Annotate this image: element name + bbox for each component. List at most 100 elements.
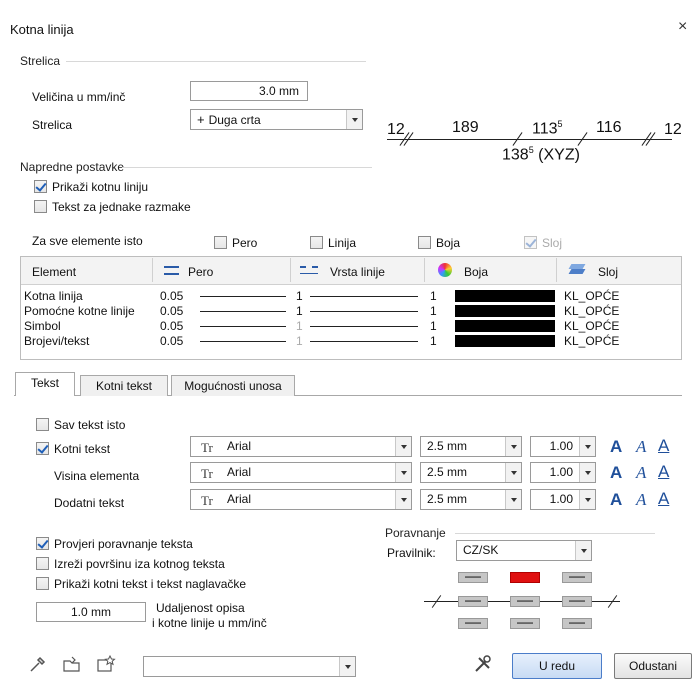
all-text-same-checkbox[interactable]: [36, 418, 49, 431]
factor-select-3[interactable]: 1.00: [530, 489, 596, 510]
align-top-right[interactable]: [562, 572, 592, 583]
color-wheel-icon: [438, 263, 452, 277]
rule-label: Pravilnik:: [387, 546, 436, 560]
upside-down-text-checkbox[interactable]: [36, 577, 49, 590]
chevron-down-icon: [505, 490, 521, 509]
favorites-select[interactable]: [143, 656, 356, 677]
alignment-grid[interactable]: [420, 570, 630, 630]
arrow-type-label: Strelica: [32, 118, 73, 132]
preview-value-2: 1135: [532, 119, 563, 138]
strelica-group-title: Strelica: [20, 54, 61, 68]
underline-icon[interactable]: A: [658, 436, 669, 456]
rule-select[interactable]: CZ/SK: [456, 540, 592, 561]
rule-value: CZ/SK: [463, 543, 499, 557]
row-layer: KL_OPĆE: [564, 304, 620, 318]
cut-area-checkbox[interactable]: [36, 557, 49, 570]
col-sloj[interactable]: Sloj: [598, 265, 618, 279]
arrow-type-value: Duga crta: [208, 113, 261, 127]
row-linetype: 1: [296, 304, 303, 318]
italic-icon[interactable]: A: [636, 437, 646, 457]
factor-select-2[interactable]: 1.00: [530, 462, 596, 483]
chevron-down-icon: [579, 463, 595, 482]
bold-icon[interactable]: A: [610, 490, 622, 510]
arrow-size-input[interactable]: 3.0 mm: [190, 81, 308, 101]
col-pero[interactable]: Pero: [188, 265, 213, 279]
align-bottom-left[interactable]: [458, 618, 488, 629]
preview-value-1: 189: [452, 119, 479, 136]
chevron-down-icon: [505, 463, 521, 482]
font-select-3[interactable]: Tr Arial: [190, 489, 412, 510]
col-vrsta[interactable]: Vrsta linije: [330, 265, 385, 279]
row-pero: 0.05: [160, 319, 184, 333]
distance-input[interactable]: 1.0 mm: [36, 602, 146, 622]
preview-left-end: 12: [387, 121, 405, 138]
underline-icon[interactable]: A: [658, 489, 669, 509]
row-color: 1: [430, 289, 437, 303]
col-boja[interactable]: Boja: [464, 265, 488, 279]
equal-spacing-text-checkbox[interactable]: [34, 200, 47, 213]
same-linija-checkbox[interactable]: [310, 236, 323, 249]
ok-button[interactable]: U redu: [512, 653, 602, 679]
size-select-1[interactable]: 2.5 mm: [420, 436, 522, 457]
same-all-label: Za sve elemente isto: [32, 234, 143, 248]
font-select-1[interactable]: Tr Arial: [190, 436, 412, 457]
same-pero-checkbox[interactable]: [214, 236, 227, 249]
align-top-left[interactable]: [458, 572, 488, 583]
align-top-center[interactable]: [510, 572, 540, 583]
align-bottom-right[interactable]: [562, 618, 592, 629]
italic-icon[interactable]: A: [636, 463, 646, 483]
row-layer: KL_OPĆE: [564, 319, 620, 333]
check-alignment-checkbox[interactable]: [36, 537, 49, 550]
same-linija-label: Linija: [328, 236, 357, 250]
window-title: Kotna linija: [10, 22, 74, 37]
show-dim-line-checkbox[interactable]: [34, 180, 47, 193]
dim-text-checkbox[interactable]: [36, 442, 49, 455]
tab-kotni-tekst[interactable]: Kotni tekst: [80, 375, 168, 396]
col-element[interactable]: Element: [32, 265, 76, 279]
size-select-3[interactable]: 2.5 mm: [420, 489, 522, 510]
italic-icon[interactable]: A: [636, 490, 646, 510]
row-linetype: 1: [296, 289, 303, 303]
arrow-type-select[interactable]: + Duga crta: [190, 109, 363, 130]
same-boja-checkbox[interactable]: [418, 236, 431, 249]
folder-open-icon[interactable]: [62, 654, 82, 674]
napredne-group-title: Napredne postavke: [20, 160, 125, 174]
size-value: 2.5 mm: [427, 439, 468, 453]
eyedropper-icon[interactable]: [28, 656, 46, 674]
row-element: Simbol: [24, 319, 61, 333]
cut-area-label: Izreži površinu iza kotnog teksta: [54, 557, 225, 571]
favorite-save-icon[interactable]: [96, 654, 116, 674]
pen-icon: [164, 266, 179, 275]
row-layer: KL_OPĆE: [564, 289, 620, 303]
factor-select-1[interactable]: 1.00: [530, 436, 596, 457]
size-select-2[interactable]: 2.5 mm: [420, 462, 522, 483]
font-value: Arial: [227, 492, 252, 506]
row-color: 1: [430, 304, 437, 318]
cancel-button[interactable]: Odustani: [614, 653, 692, 679]
chevron-down-icon: [339, 657, 355, 676]
tab-tekst[interactable]: Tekst: [15, 372, 75, 396]
chevron-down-icon: [579, 437, 595, 456]
bold-icon[interactable]: A: [610, 463, 622, 483]
align-mid-left[interactable]: [458, 596, 488, 607]
dim-text-label: Kotni tekst: [54, 442, 111, 456]
align-bottom-center[interactable]: [510, 618, 540, 629]
color-swatch: [455, 320, 555, 332]
bold-icon[interactable]: A: [610, 437, 622, 457]
chevron-down-icon: [505, 437, 521, 456]
align-mid-center[interactable]: [510, 596, 540, 607]
preview-value-3: 116: [596, 119, 622, 136]
upside-down-text-label: Prikaži kotni tekst i tekst naglavačke: [54, 577, 247, 591]
row-element: Pomoćne kotne linije: [24, 304, 135, 318]
tools-icon[interactable]: [473, 654, 493, 674]
equal-spacing-text-label: Tekst za jednake razmake: [52, 200, 191, 214]
tab-mogucnosti-unosa[interactable]: Mogućnosti unosa: [171, 375, 295, 396]
underline-icon[interactable]: A: [658, 462, 669, 482]
close-icon[interactable]: ×: [678, 18, 687, 36]
align-mid-right[interactable]: [562, 596, 592, 607]
font-value: Arial: [227, 439, 252, 453]
font-select-2[interactable]: Tr Arial: [190, 462, 412, 483]
truetype-icon: Tr: [201, 466, 213, 481]
color-swatch: [455, 305, 555, 317]
chevron-down-icon: [395, 490, 411, 509]
